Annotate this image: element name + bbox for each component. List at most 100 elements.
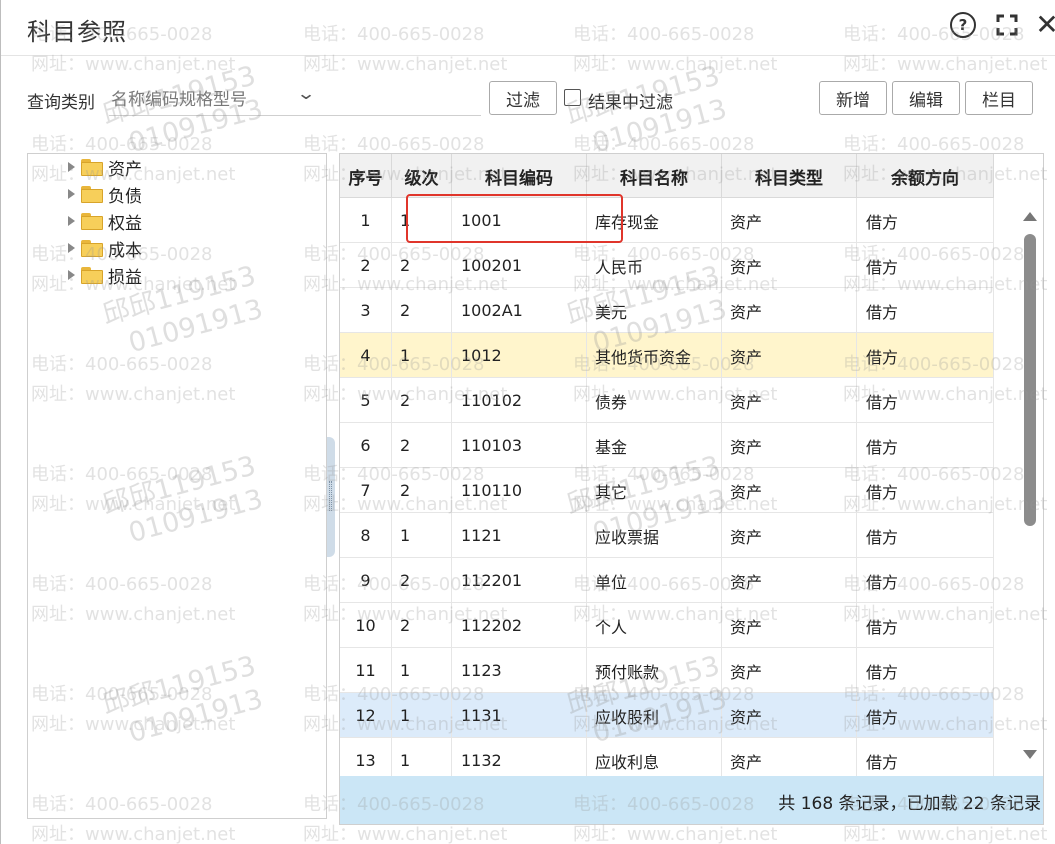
folder-icon: [81, 212, 103, 230]
expand-arrow-icon[interactable]: [68, 243, 75, 253]
cell-index: 11: [340, 648, 392, 693]
cell-index: 9: [340, 558, 392, 603]
folder-icon: [81, 239, 103, 257]
cell-type: 资产: [722, 243, 857, 288]
cell-name: 预付账款: [587, 648, 722, 693]
expand-arrow-icon[interactable]: [68, 162, 75, 172]
column-header-code[interactable]: 科目编码: [452, 154, 587, 198]
add-button[interactable]: 新增: [819, 81, 887, 115]
cell-type: 资产: [722, 468, 857, 513]
cell-code: 1002A1: [452, 288, 587, 333]
vertical-scrollbar[interactable]: [1014, 198, 1043, 776]
filter-button[interactable]: 过滤: [489, 81, 557, 115]
cell-code: 112201: [452, 558, 587, 603]
maximize-icon[interactable]: [994, 12, 1020, 38]
cell-level: 2: [392, 423, 452, 468]
cell-code: 110110: [452, 468, 587, 513]
cell-index: 1: [340, 198, 392, 243]
cell-level: 1: [392, 333, 452, 378]
close-icon[interactable]: ✕: [1034, 11, 1055, 39]
tree-item-assets[interactable]: 资产: [68, 154, 142, 180]
cell-code: 1012: [452, 333, 587, 378]
scroll-down-icon[interactable]: [1023, 750, 1037, 759]
query-category-select[interactable]: 名称编码规格型号 ⌄: [109, 80, 481, 116]
cell-level: 2: [392, 558, 452, 603]
cell-code: 1131: [452, 693, 587, 738]
column-header-index[interactable]: 序号: [340, 154, 392, 198]
cell-index: 10: [340, 603, 392, 648]
tree-item-label: 成本: [108, 240, 142, 261]
cell-index: 8: [340, 513, 392, 558]
cell-index: 4: [340, 333, 392, 378]
table-row[interactable]: 8 1 1121 应收票据 资产 借方: [340, 513, 994, 558]
tree-item-liabilities[interactable]: 负债: [68, 181, 142, 207]
cell-name: 人民币: [587, 243, 722, 288]
cell-level: 2: [392, 378, 452, 423]
table-row[interactable]: 7 2 110110 其它 资产 借方: [340, 468, 994, 513]
cell-level: 2: [392, 468, 452, 513]
subject-reference-dialog: 科目参照 ? ✕ 查询类别 名称编码规格型号 ⌄ 过滤 结果中过滤 新增 编辑 …: [0, 0, 1055, 844]
table-row[interactable]: 11 1 1123 预付账款 资产 借方: [340, 648, 994, 693]
scrollbar-thumb[interactable]: [1024, 234, 1036, 526]
folder-icon: [81, 185, 103, 203]
expand-arrow-icon[interactable]: [68, 216, 75, 226]
query-category-value: 名称编码规格型号: [111, 90, 247, 110]
table-row[interactable]: 9 2 112201 单位 资产 借方: [340, 558, 994, 603]
cell-name: 其他货币资金: [587, 333, 722, 378]
help-icon[interactable]: ?: [950, 12, 976, 38]
cell-type: 资产: [722, 558, 857, 603]
scroll-up-icon[interactable]: [1023, 212, 1037, 221]
folder-icon: [81, 158, 103, 176]
cell-name: 美元: [587, 288, 722, 333]
in-result-filter-label: 结果中过滤: [588, 93, 673, 113]
cell-balance-direction: 借方: [857, 693, 994, 738]
subject-grid: 序号 级次 科目编码 科目名称 科目类型 余额方向 1 1 1001 库存现金 资产 借方…: [339, 153, 1044, 825]
cell-index: 3: [340, 288, 392, 333]
category-tree: 资产 负债 权益 成本 损益: [27, 153, 327, 819]
cell-name: 其它: [587, 468, 722, 513]
table-row[interactable]: 2 2 100201 人民币 资产 借方: [340, 243, 994, 288]
cell-index: 5: [340, 378, 392, 423]
column-header-type[interactable]: 科目类型: [722, 154, 857, 198]
dialog-title: 科目参照: [27, 18, 127, 46]
grid-footer: 共 168 条记录，已加载 22 条记录: [340, 776, 1043, 824]
tree-item-label: 资产: [108, 159, 142, 180]
grid-header: 序号 级次 科目编码 科目名称 科目类型 余额方向: [340, 154, 994, 198]
tree-item-cost[interactable]: 成本: [68, 235, 142, 261]
table-row[interactable]: 3 2 1002A1 美元 资产 借方: [340, 288, 994, 333]
column-header-balance-direction[interactable]: 余额方向: [857, 154, 994, 198]
cell-level: 1: [392, 693, 452, 738]
table-row[interactable]: 4 1 1012 其他货币资金 资产 借方: [340, 333, 994, 378]
expand-arrow-icon[interactable]: [68, 189, 75, 199]
cell-type: 资产: [722, 198, 857, 243]
tree-item-profit-loss[interactable]: 损益: [68, 262, 142, 288]
cell-type: 资产: [722, 693, 857, 738]
cell-balance-direction: 借方: [857, 288, 994, 333]
cell-code: 110103: [452, 423, 587, 468]
table-row[interactable]: 12 1 1131 应收股利 资产 借方: [340, 693, 994, 738]
edit-button[interactable]: 编辑: [892, 81, 960, 115]
cell-index: 2: [340, 243, 392, 288]
cell-balance-direction: 借方: [857, 468, 994, 513]
tree-item-equity[interactable]: 权益: [68, 208, 142, 234]
table-row[interactable]: 10 2 112202 个人 资产 借方: [340, 603, 994, 648]
cell-balance-direction: 借方: [857, 513, 994, 558]
cell-balance-direction: 借方: [857, 648, 994, 693]
cell-type: 资产: [722, 423, 857, 468]
columns-button[interactable]: 栏目: [965, 81, 1033, 115]
cell-index: 12: [340, 693, 392, 738]
column-header-name[interactable]: 科目名称: [587, 154, 722, 198]
cell-level: 1: [392, 648, 452, 693]
cell-balance-direction: 借方: [857, 603, 994, 648]
cell-name: 个人: [587, 603, 722, 648]
table-row[interactable]: 5 2 110102 债券 资产 借方: [340, 378, 994, 423]
cell-code: 110102: [452, 378, 587, 423]
in-result-filter-checkbox[interactable]: [564, 89, 581, 106]
panel-splitter-handle[interactable]: [327, 437, 335, 557]
cell-code: 1121: [452, 513, 587, 558]
cell-type: 资产: [722, 333, 857, 378]
table-row[interactable]: 6 2 110103 基金 资产 借方: [340, 423, 994, 468]
watermark-site: 网址：www.chanjet.net: [31, 824, 236, 844]
expand-arrow-icon[interactable]: [68, 270, 75, 280]
column-header-level[interactable]: 级次: [392, 154, 452, 198]
